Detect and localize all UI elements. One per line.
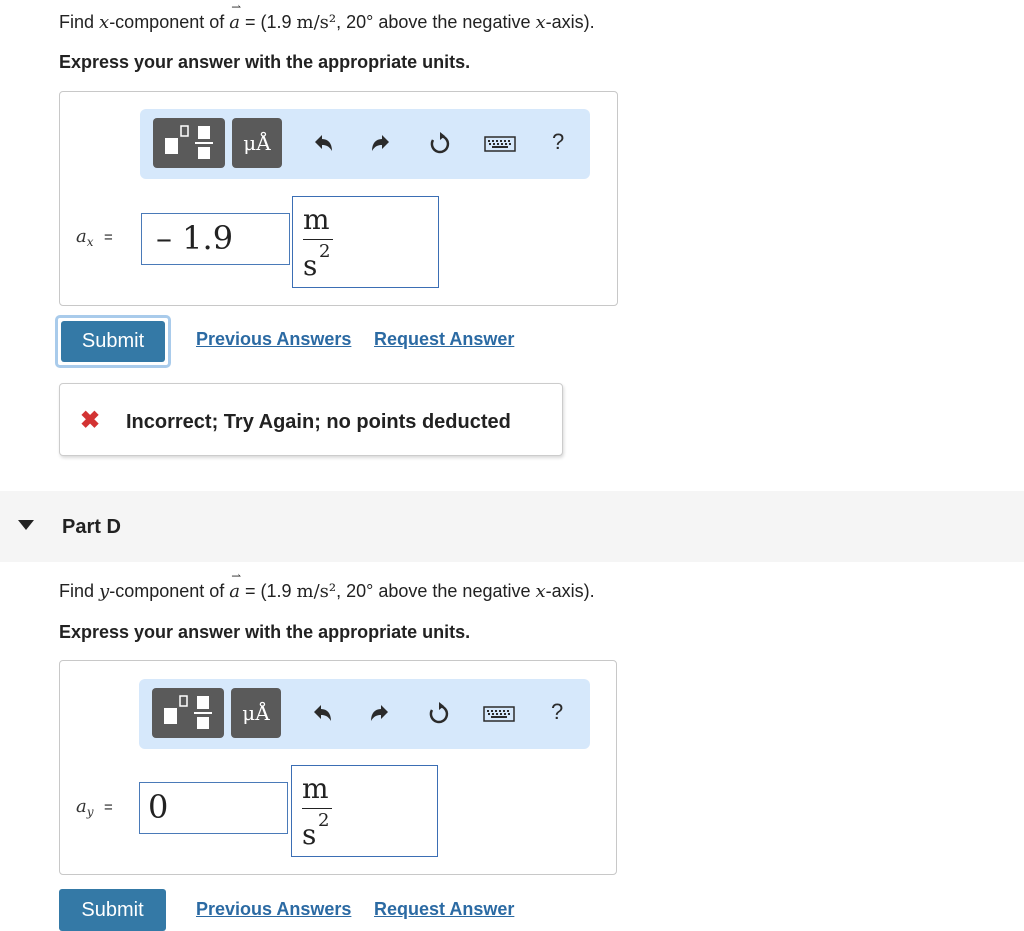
redo-icon[interactable] <box>370 133 392 155</box>
math-toolbar: μÅ ? <box>140 109 590 179</box>
fraction-bar <box>302 808 332 809</box>
math-toolbar: μÅ ? <box>139 679 590 749</box>
keyboard-icon[interactable] <box>484 136 516 152</box>
reset-icon[interactable] <box>428 132 452 156</box>
fraction-template-icon <box>165 125 213 159</box>
help-button[interactable]: ? <box>552 129 564 155</box>
answer-panel: μÅ ? ay = 0 m s 2 <box>59 660 617 875</box>
question-text: Find x-component of a ⇀ = (1.9 m/s², 20° … <box>59 0 595 33</box>
redo-icon[interactable] <box>369 703 391 725</box>
question-text: Find y-component of a ⇀ = (1.9 m/s², 20° … <box>59 569 595 602</box>
units-button[interactable]: μÅ <box>231 688 281 738</box>
fraction-bar <box>303 239 333 240</box>
units-button[interactable]: μÅ <box>232 118 282 168</box>
request-answer-link[interactable]: Request Answer <box>374 899 514 920</box>
error-icon: ✖ <box>80 407 101 434</box>
keyboard-icon[interactable] <box>483 706 515 722</box>
help-button[interactable]: ? <box>551 699 563 725</box>
fraction-template-icon <box>164 695 212 729</box>
instruction-text: Express your answer with the appropriate… <box>59 622 471 642</box>
previous-answers-link[interactable]: Previous Answers <box>196 899 351 920</box>
variable-label: ay = <box>76 796 113 820</box>
value-input[interactable]: 0 <box>139 782 288 834</box>
answer-panel: μÅ ? ax = – 1.9 m s 2 <box>59 91 618 306</box>
value-input[interactable]: – 1.9 <box>141 213 290 265</box>
undo-icon[interactable] <box>312 133 334 155</box>
part-title: Part D <box>62 516 121 538</box>
part-d-header[interactable]: Part D <box>0 491 1024 562</box>
undo-icon[interactable] <box>311 703 333 725</box>
unit-input[interactable]: m s 2 <box>291 765 438 857</box>
reset-icon[interactable] <box>427 702 451 726</box>
variable-label: ax = <box>76 226 113 250</box>
submit-focus-ring: Submit <box>55 315 171 368</box>
feedback-box: ✖ Incorrect; Try Again; no points deduct… <box>59 383 563 456</box>
instruction-text: Express your answer with the appropriate… <box>59 52 471 72</box>
previous-answers-link[interactable]: Previous Answers <box>196 329 351 350</box>
submit-button[interactable]: Submit <box>59 889 166 931</box>
unit-input[interactable]: m s 2 <box>292 196 439 288</box>
collapse-triangle-icon[interactable] <box>18 520 34 532</box>
feedback-text: Incorrect; Try Again; no points deducted <box>126 411 511 433</box>
request-answer-link[interactable]: Request Answer <box>374 329 514 350</box>
template-button[interactable] <box>153 118 225 168</box>
submit-button[interactable]: Submit <box>61 321 165 362</box>
template-button[interactable] <box>152 688 224 738</box>
